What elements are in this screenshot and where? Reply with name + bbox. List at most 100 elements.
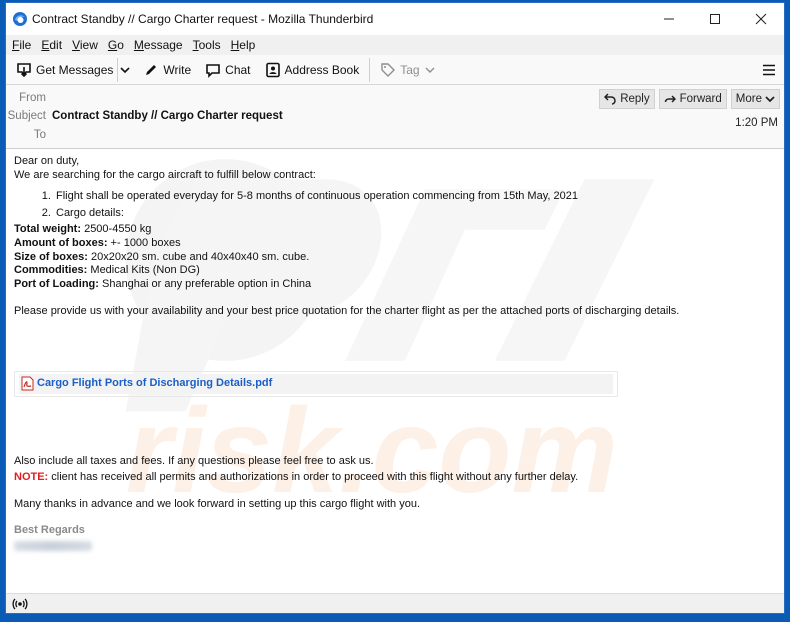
chevron-down-icon [120,66,130,73]
menu-help-accel: H [230,38,240,52]
message-body: risk.com Dear on duty, We are searching … [6,149,784,593]
download-messages-icon [17,62,31,77]
chat-button[interactable]: Chat [201,58,254,82]
address-book-button[interactable]: Address Book [261,58,364,82]
taxes-text: Also include all taxes and fees. If any … [14,454,374,467]
get-messages-label: Get Messages [36,62,114,77]
online-status-icon[interactable] [12,598,28,610]
chat-bubble-icon [206,63,220,78]
detail-value: +- 1000 boxes [107,236,181,249]
detail-label: Commodities: [14,264,88,277]
note-label: NOTE: [14,470,49,483]
detail-label: Total weight: [14,223,82,236]
menu-go-label: o [117,38,124,52]
maximize-button[interactable] [692,3,738,35]
toolbar-separator [369,57,371,82]
detail-value: Shanghai or any preferable option in Chi… [98,277,312,290]
reply-arrow-icon [604,93,616,105]
note-text: client has received all permits and auth… [48,470,579,483]
detail-size-boxes: Size of boxes: 20x20x20 sm. cube and 40x… [14,251,776,265]
get-messages-button[interactable]: Get Messages [12,58,117,82]
menu-help-label: elp [239,38,256,52]
address-book-icon [265,62,280,77]
detail-label: Size of boxes: [14,250,88,263]
menu-go-accel: G [107,38,118,52]
menu-message-label: essage [143,38,183,52]
forward-arrow-icon [664,95,676,103]
detail-value: 20x20x20 sm. cube and 40x40x40 sm. cube. [87,250,310,263]
app-menu-button[interactable] [754,64,784,76]
reply-button[interactable]: Reply [599,89,655,109]
close-button[interactable] [738,3,784,35]
detail-commodities: Commodities: Medical Kits (Non DG) [14,264,776,278]
menu-file-label: ile [19,38,32,52]
menu-message[interactable]: Message [134,38,183,52]
menu-message-accel: M [133,38,144,52]
get-messages-dropdown[interactable] [117,57,131,82]
pencil-icon [146,64,157,75]
window-title: Contract Standby // Cargo Charter reques… [32,12,374,26]
title-bar: Contract Standby // Cargo Charter reques… [6,3,784,35]
menu-tools-label: ools [198,38,221,52]
menu-view-accel: V [72,38,80,52]
attachment-link[interactable]: Cargo Flight Ports of Discharging Detail… [37,377,272,391]
list-item: Flight shall be operated everyday for 5-… [54,190,776,204]
main-toolbar: Get Messages Write Chat Address Book Tag [6,55,784,85]
request-text: Please provide us with your availability… [14,305,680,318]
menu-go[interactable]: Go [108,38,124,52]
message-content: Dear on duty, We are searching for the c… [14,155,776,552]
from-label: From [19,92,46,104]
menu-file[interactable]: File [12,38,31,52]
chat-label: Chat [225,62,251,77]
tag-button[interactable]: Tag [376,58,442,82]
blurred-signature-name [14,541,92,552]
from-row: From [6,92,52,104]
more-label: More [735,93,762,105]
forward-button[interactable]: Forward [658,89,727,109]
tag-icon [381,62,396,77]
detail-value: 2500-4550 kg [81,223,152,236]
write-label: Write [163,62,192,77]
status-bar [6,593,784,613]
list-item: Cargo details: [54,207,776,221]
menu-bar: File Edit View Go Message Tools Help [6,35,784,55]
message-time: 1:20 PM [735,117,778,129]
tag-label: Tag [400,62,420,77]
reply-label: Reply [620,93,650,105]
maximize-icon [710,14,720,24]
detail-port-loading: Port of Loading: Shanghai or any prefera… [14,278,776,292]
detail-value: Medical Kits (Non DG) [87,264,200,277]
subject-label: Subject [7,110,46,122]
menu-view[interactable]: View [72,38,98,52]
detail-amount-boxes: Amount of boxes: +- 1000 boxes [14,237,776,251]
header-actions: Reply Forward More [595,89,780,109]
thunderbird-window: Contract Standby // Cargo Charter reques… [5,2,785,614]
subject-value: Contract Standby // Cargo Charter reques… [52,110,283,122]
to-row: To [6,129,52,141]
intro-text: We are searching for the cargo aircraft … [14,168,316,181]
chevron-down-icon [425,67,435,73]
menu-tools[interactable]: Tools [193,38,221,52]
note-line: NOTE: client has received all permits an… [14,471,776,485]
detail-label: Amount of boxes: [14,236,108,249]
detail-total-weight: Total weight: 2500-4550 kg [14,223,776,237]
address-book-label: Address Book [284,62,360,77]
contract-list: Flight shall be operated everyday for 5-… [14,190,776,220]
more-button[interactable]: More [730,89,780,109]
forward-label: Forward [679,93,722,105]
menu-view-label: iew [79,38,98,52]
message-header: From Subject Contract Standby // Cargo C… [6,85,784,149]
signature-regards: Best Regards [14,523,85,536]
subject-row: Subject Contract Standby // Cargo Charte… [6,110,283,122]
write-button[interactable]: Write [139,58,195,82]
pdf-file-icon [21,376,34,391]
menu-help[interactable]: Help [231,38,256,52]
attachment-item[interactable]: Cargo Flight Ports of Discharging Detail… [19,373,613,394]
menu-edit[interactable]: Edit [41,38,62,52]
minimize-icon [664,18,674,20]
close-icon [755,13,767,25]
minimize-button[interactable] [646,3,692,35]
